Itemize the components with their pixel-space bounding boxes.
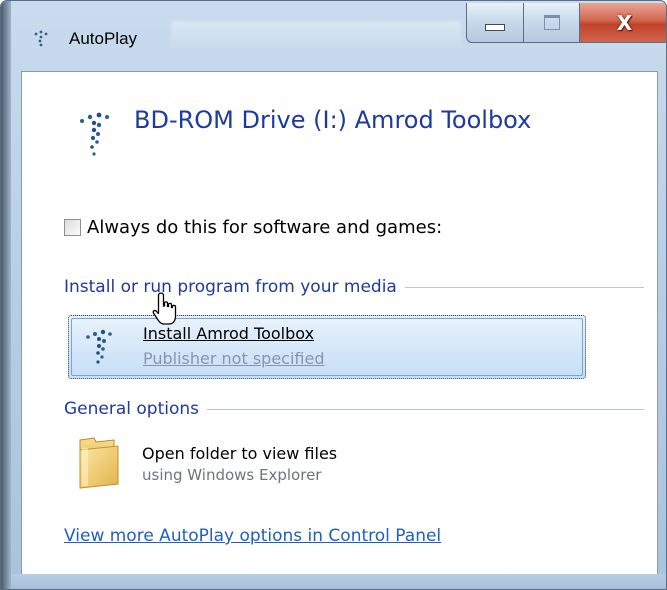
always-do-label[interactable]: Always do this for software and games: <box>87 217 442 238</box>
section-divider <box>207 408 644 410</box>
autoplay-window: AutoPlay X BD-ROM Drive (I:) Amrod Toolb… <box>0 0 667 590</box>
maximize-button[interactable] <box>524 3 580 43</box>
title-bar[interactable]: AutoPlay X <box>11 1 666 71</box>
blurred-background <box>171 21 461 51</box>
open-folder-subtitle: using Windows Explorer <box>142 466 322 484</box>
section-general: General options <box>64 399 644 419</box>
always-do-checkbox-row[interactable]: Always do this for software and games: <box>64 217 442 238</box>
open-folder-title[interactable]: Open folder to view files <box>142 444 337 463</box>
folder-icon <box>79 437 119 489</box>
install-program-option[interactable]: Install Amrod Toolbox Publisher not spec… <box>68 315 586 379</box>
drive-title: BD-ROM Drive (I:) Amrod Toolbox <box>134 106 532 134</box>
minimize-button[interactable] <box>466 3 524 43</box>
dialog-content: BD-ROM Drive (I:) Amrod Toolbox Always d… <box>21 71 658 576</box>
always-do-checkbox[interactable] <box>64 219 81 236</box>
hand-cursor-icon <box>152 292 177 325</box>
window-bottom-frame <box>11 574 666 589</box>
close-icon: X <box>616 10 633 35</box>
desktop-edge <box>1 1 11 589</box>
section-install-label: Install or run program from your media <box>64 277 397 297</box>
disc-dots-icon <box>80 112 109 156</box>
close-button[interactable]: X <box>580 3 666 43</box>
maximize-icon <box>543 15 560 30</box>
section-general-label: General options <box>64 399 200 419</box>
program-dots-icon <box>86 329 112 364</box>
control-panel-link[interactable]: View more AutoPlay options in Control Pa… <box>64 526 441 546</box>
section-divider <box>404 286 644 288</box>
install-option-publisher: Publisher not specified <box>143 349 325 368</box>
open-folder-option[interactable]: Open folder to view files using Windows … <box>68 430 586 494</box>
window-title: AutoPlay <box>69 29 138 48</box>
minimize-icon <box>485 24 505 31</box>
autoplay-icon <box>34 30 48 47</box>
